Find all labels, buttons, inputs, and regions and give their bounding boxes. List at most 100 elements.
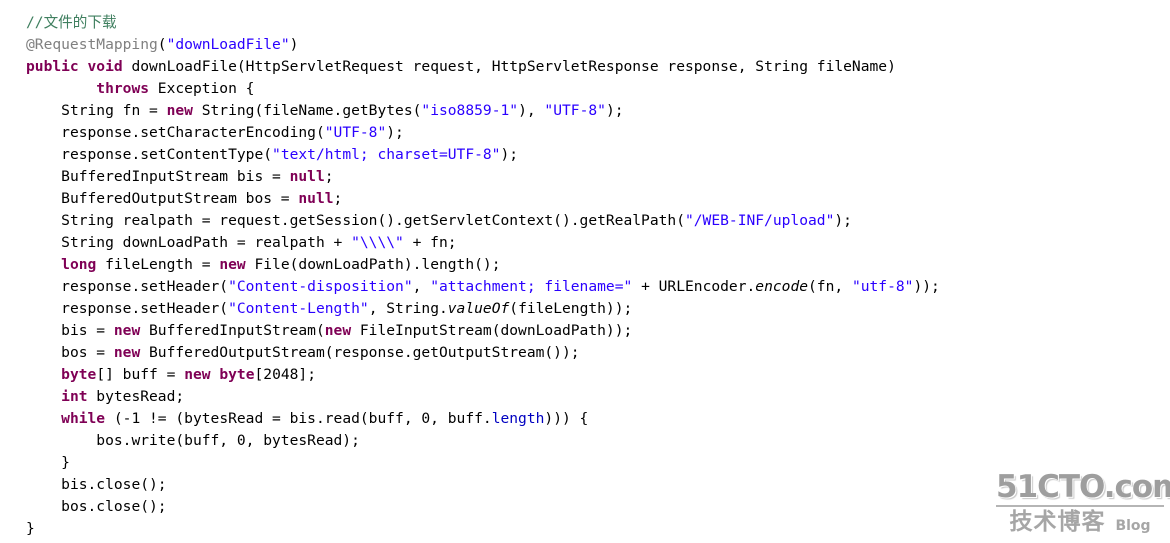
- code-line: bos.close();: [0, 496, 1170, 518]
- watermark-chinese-label: 技术博客: [1009, 509, 1106, 535]
- code-token-plain: );: [834, 212, 852, 229]
- code-token-plain: String downLoadPath = realpath +: [61, 234, 352, 251]
- code-token-string: "UTF-8": [544, 102, 606, 119]
- code-token-plain: ;: [333, 190, 343, 207]
- code-token-keyword: null: [298, 190, 334, 207]
- code-token-string: "Content-disposition": [228, 278, 413, 295]
- code-token-plain: BufferedOutputStream bos =: [61, 190, 299, 207]
- code-line: }: [0, 518, 1170, 540]
- code-token-plain: ),: [518, 102, 545, 119]
- code-token-string: "\\\\": [351, 234, 404, 251]
- code-token-plain: }: [61, 454, 70, 471]
- code-token-keyword: new: [219, 256, 246, 273]
- code-token-plain: ;: [324, 168, 334, 185]
- code-token-string: "attachment; filename=": [430, 278, 633, 295]
- code-line: byte[] buff = new byte[2048];: [0, 364, 1170, 386]
- code-token-plain: ))) {: [544, 410, 589, 427]
- code-token-plain: String realpath = request.getSession().g…: [61, 212, 685, 229]
- code-token-plain: File(downLoadPath).length();: [245, 256, 501, 273]
- code-token-plain: ,: [412, 278, 431, 295]
- code-token-plain: + fn;: [403, 234, 457, 251]
- code-line: //文件的下载: [0, 12, 1170, 34]
- code-token-keyword: new: [113, 322, 141, 339]
- code-token-plain: BufferedInputStream bis =: [61, 168, 290, 185]
- code-token-plain: String fn =: [61, 102, 167, 119]
- code-token-keyword: long: [61, 256, 97, 273]
- code-line: bis.close();: [0, 474, 1170, 496]
- code-token-keyword: new: [166, 102, 193, 119]
- code-token-plain: response.setHeader(: [61, 278, 229, 295]
- code-line: response.setHeader("Content-Length", Str…: [0, 298, 1170, 320]
- code-token-keyword: throws: [96, 80, 150, 97]
- watermark-blog-label: Blog: [1115, 518, 1151, 534]
- code-screenshot: //文件的下载 @RequestMapping("downLoadFile") pu…: [0, 0, 1170, 543]
- code-token-keyword: while: [61, 410, 106, 427]
- code-token-string: "text/html; charset=UTF-8": [272, 146, 501, 163]
- code-line: throws Exception {: [0, 78, 1170, 100]
- code-token-plain: BufferedInputStream(: [140, 322, 325, 339]
- code-token-string: "Content-Length": [228, 300, 369, 317]
- code-token-plain: , String.: [368, 300, 448, 317]
- code-token-plain: );: [605, 102, 624, 119]
- code-block[interactable]: //文件的下载 @RequestMapping("downLoadFile") pu…: [0, 0, 1170, 540]
- code-token-string: "/WEB-INF/upload": [684, 212, 835, 229]
- code-token-plain: (: [157, 36, 167, 53]
- watermark-subtitle-row: 技术博客 Blog: [996, 507, 1164, 535]
- code-token-plain: downLoadFile(HttpServletRequest request,…: [122, 58, 896, 75]
- code-line: bos = new BufferedOutputStream(response.…: [0, 342, 1170, 364]
- code-token-keyword: null: [289, 168, 325, 185]
- code-token-plain: }: [26, 520, 35, 537]
- code-token-string: "utf-8": [851, 278, 914, 295]
- code-line: String realpath = request.getSession().g…: [0, 210, 1170, 232]
- code-line: String downLoadPath = realpath + "\\\\" …: [0, 232, 1170, 254]
- code-line: while (-1 != (bytesRead = bis.read(buff,…: [0, 408, 1170, 430]
- code-token-string: "downLoadFile": [166, 36, 290, 53]
- code-line: response.setCharacterEncoding("UTF-8");: [0, 122, 1170, 144]
- code-token-plain: String(fileName.getBytes(: [192, 102, 422, 119]
- code-token-keyword: int: [61, 388, 88, 405]
- code-line: response.setHeader("Content-disposition"…: [0, 276, 1170, 298]
- code-token-plain: (fileLength));: [509, 300, 633, 317]
- code-token-string: "iso8859-1": [421, 102, 519, 119]
- code-line: String fn = new String(fileName.getBytes…: [0, 100, 1170, 122]
- code-line: bos.write(buff, 0, bytesRead);: [0, 430, 1170, 452]
- code-token-keyword: new: [184, 366, 211, 383]
- code-token-plain: Exception {: [149, 80, 255, 97]
- code-token-plain: bos.close();: [61, 498, 167, 515]
- code-line: long fileLength = new File(downLoadPath)…: [0, 254, 1170, 276]
- code-line: BufferedOutputStream bos = null;: [0, 188, 1170, 210]
- code-token-plain: (-1 != (bytesRead = bis.read(buff, 0, bu…: [105, 410, 492, 427]
- code-line: response.setContentType("text/html; char…: [0, 144, 1170, 166]
- code-token-plain: response.setContentType(: [61, 146, 273, 163]
- code-token-plain: bos.write(buff, 0, bytesRead);: [96, 432, 360, 449]
- code-token-plain: bos =: [61, 344, 114, 361]
- code-line: public void downLoadFile(HttpServletRequ…: [0, 56, 1170, 78]
- code-token-plain: [] buff =: [96, 366, 185, 383]
- code-token-static: valueOf: [447, 300, 510, 317]
- code-token-plain: ));: [913, 278, 940, 295]
- code-token-plain: + URLEncoder.: [632, 278, 756, 295]
- code-token-keyword: public: [26, 58, 79, 75]
- code-token-plain: response.setCharacterEncoding(: [61, 124, 325, 141]
- code-token-string: "UTF-8": [324, 124, 387, 141]
- code-token-comment: //文件的下载: [26, 14, 117, 31]
- code-line: @RequestMapping("downLoadFile"): [0, 34, 1170, 56]
- site-watermark: 51CTO.com 技术博客 Blog: [996, 471, 1170, 539]
- code-token-keyword: new: [113, 344, 141, 361]
- code-token-plain: );: [386, 124, 404, 141]
- code-token-keyword: byte: [219, 366, 255, 383]
